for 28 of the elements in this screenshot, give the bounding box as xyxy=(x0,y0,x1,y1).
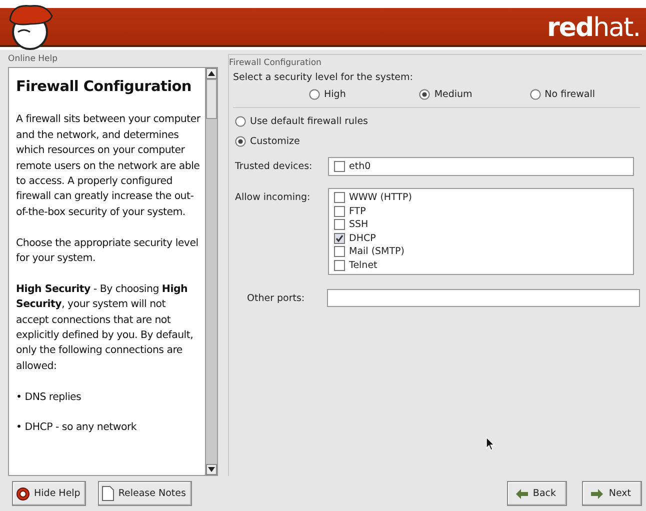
checkbox-label[interactable]: DHCP xyxy=(349,232,376,244)
field-label: Other ports: xyxy=(246,292,306,306)
checkbox-label[interactable]: SSH xyxy=(349,219,368,230)
back-button[interactable]: Back xyxy=(507,481,567,506)
checkbox-label[interactable]: Telnet xyxy=(349,260,378,270)
help-button[interactable]: Hide Help xyxy=(12,481,86,506)
prompt-label: Select a security level for the system: xyxy=(233,72,414,83)
radio-label[interactable]: Use default firewall rules xyxy=(250,116,368,127)
brand-wordmark: redhat. xyxy=(547,13,640,43)
notes-button[interactable]: Release Notes xyxy=(98,481,192,506)
field-label: Allow incoming: xyxy=(234,191,312,205)
radio-label[interactable]: No firewall xyxy=(544,89,595,100)
help-paragraph: Choose the appropriate security level for your system. xyxy=(16,236,200,266)
radio-label[interactable]: High xyxy=(324,89,346,100)
radio-label[interactable]: Medium xyxy=(434,89,472,100)
checkbox-label[interactable]: eth0 xyxy=(349,161,371,172)
help-paragraph: High Security - By choosing High Security, your system will not accept connections that are not explicitly defined by you. By default, only the following connections are allowed: xyxy=(16,282,194,374)
next-button[interactable]: Next xyxy=(582,481,642,506)
help-title: Online Help xyxy=(8,54,58,64)
checkbox-label[interactable]: Mail (SMTP) xyxy=(349,246,404,257)
radio-label[interactable]: Customize xyxy=(250,136,300,147)
checkbox-label[interactable]: WWW (HTTP) xyxy=(349,192,412,203)
help-paragraph: • DNS replies xyxy=(16,390,82,405)
checkbox-label[interactable]: FTP xyxy=(349,206,366,216)
field-label: Trusted devices: xyxy=(234,160,314,174)
help-paragraph: A firewall sits between your computer and the network, and determines which resources on your computer remote users on the network are able to access. A properly configured firewall can greatly increase the out-of-the-box security of your system. xyxy=(16,113,201,220)
help-heading: Firewall Configuration xyxy=(16,80,192,96)
help-paragraph: • DHCP - so any network xyxy=(16,421,138,436)
